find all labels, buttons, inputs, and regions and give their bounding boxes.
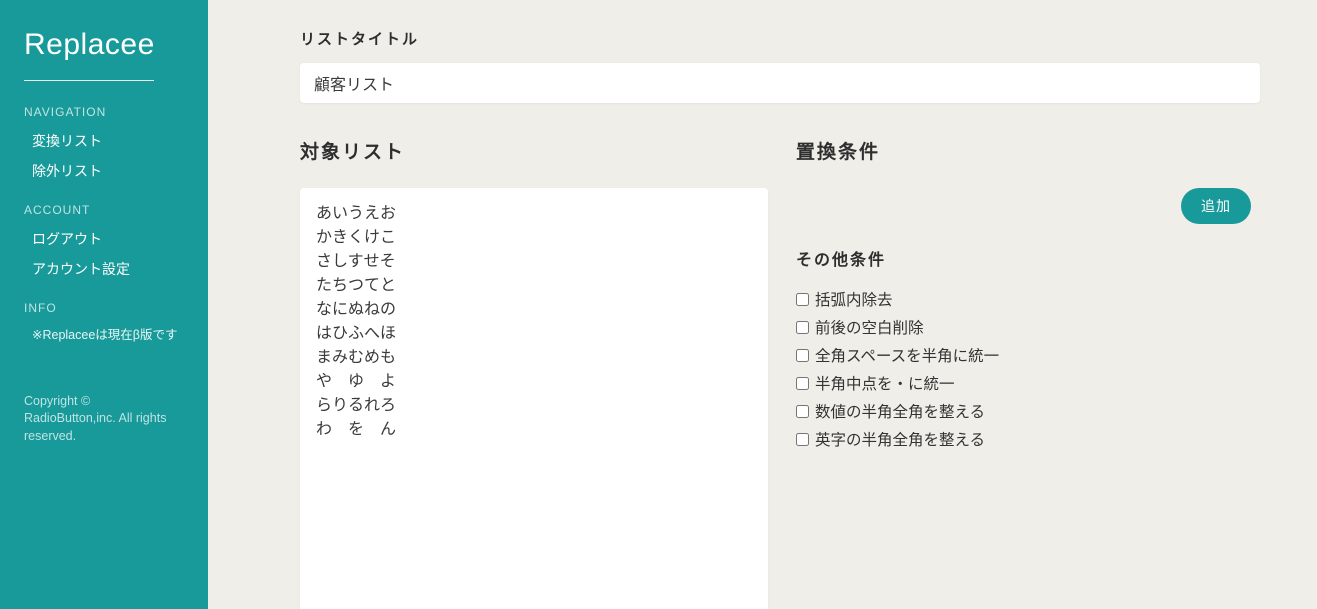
other-conditions-heading: その他条件 bbox=[796, 246, 1261, 270]
other-condition-label: 英字の半角全角を整える bbox=[815, 428, 985, 450]
account-heading: ACCOUNT bbox=[24, 203, 184, 217]
sidebar-item-logout[interactable]: ログアウト bbox=[32, 229, 184, 249]
other-condition-label: 半角中点を・に統一 bbox=[815, 372, 955, 394]
list-title-input[interactable] bbox=[300, 63, 1260, 103]
sidebar-item-convert-list[interactable]: 変換リスト bbox=[32, 131, 184, 151]
other-condition-checkbox[interactable] bbox=[796, 321, 809, 334]
other-condition-checkbox[interactable] bbox=[796, 433, 809, 446]
other-condition-row[interactable]: 全角スペースを半角に統一 bbox=[796, 344, 1261, 366]
target-list-textarea[interactable] bbox=[300, 188, 768, 609]
sidebar: Replacee NAVIGATION 変換リスト 除外リスト ACCOUNT … bbox=[0, 0, 208, 609]
other-condition-label: 前後の空白削除 bbox=[815, 316, 924, 338]
other-condition-label: 数値の半角全角を整える bbox=[815, 400, 985, 422]
other-condition-label: 全角スペースを半角に統一 bbox=[815, 344, 999, 366]
info-note: ※Replaceeは現在β版です bbox=[32, 327, 184, 345]
nav-heading: NAVIGATION bbox=[24, 105, 184, 119]
app-logo: Replacee bbox=[24, 28, 184, 62]
sidebar-item-account-settings[interactable]: アカウント設定 bbox=[32, 259, 184, 279]
info-heading: INFO bbox=[24, 301, 184, 315]
replace-conditions-heading: 置換条件 bbox=[796, 137, 1261, 164]
other-condition-row[interactable]: 前後の空白削除 bbox=[796, 316, 1261, 338]
list-title-label: リストタイトル bbox=[300, 28, 1261, 49]
copyright: Copyright © RadioButton,inc. All rights … bbox=[24, 393, 184, 446]
other-condition-row[interactable]: 半角中点を・に統一 bbox=[796, 372, 1261, 394]
other-condition-checkbox[interactable] bbox=[796, 293, 809, 306]
other-condition-row[interactable]: 英字の半角全角を整える bbox=[796, 428, 1261, 450]
other-condition-checkbox[interactable] bbox=[796, 405, 809, 418]
other-condition-row[interactable]: 数値の半角全角を整える bbox=[796, 400, 1261, 422]
target-list-heading: 対象リスト bbox=[300, 137, 768, 164]
main-content: リストタイトル 対象リスト 置換条件 追加 その他条件 括弧内除去前後の空白削除… bbox=[208, 0, 1317, 609]
other-condition-checkbox[interactable] bbox=[796, 377, 809, 390]
add-button[interactable]: 追加 bbox=[1181, 188, 1251, 224]
divider bbox=[24, 80, 154, 81]
other-condition-row[interactable]: 括弧内除去 bbox=[796, 288, 1261, 310]
other-condition-checkbox[interactable] bbox=[796, 349, 809, 362]
other-condition-label: 括弧内除去 bbox=[815, 288, 893, 310]
sidebar-item-exclude-list[interactable]: 除外リスト bbox=[32, 161, 184, 181]
